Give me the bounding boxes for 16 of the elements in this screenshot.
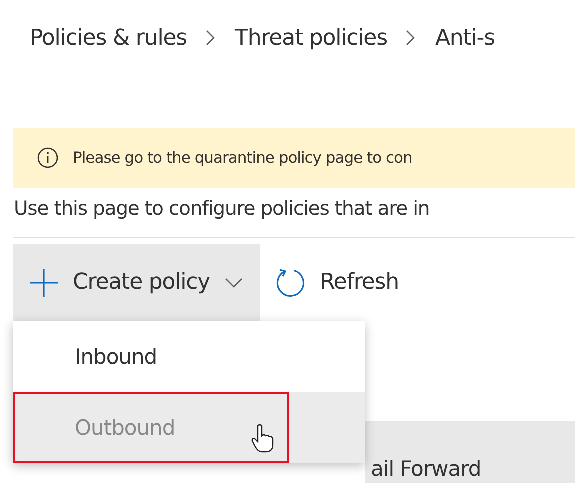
refresh-icon [274, 266, 306, 298]
table-row[interactable]: ail Forward [365, 421, 575, 483]
page-description: Use this page to configure policies that are in [14, 196, 431, 222]
hand-cursor-icon [251, 424, 275, 454]
chevron-right-icon [205, 29, 218, 47]
chevron-down-icon [224, 276, 244, 288]
create-policy-button[interactable]: Create policy [13, 244, 260, 321]
breadcrumb-link[interactable]: Anti-s [435, 26, 495, 50]
menu-item[interactable]: Inbound [13, 321, 365, 392]
plus-icon [29, 268, 59, 298]
breadcrumb-link[interactable]: Policies & rules [30, 26, 188, 50]
chevron-right-icon [405, 29, 418, 47]
refresh-button[interactable]: Refresh [260, 244, 413, 321]
banner-text: Please go to the quarantine policy page to con [73, 149, 412, 167]
info-icon [37, 147, 59, 169]
breadcrumb-link[interactable]: Threat policies [235, 26, 388, 50]
